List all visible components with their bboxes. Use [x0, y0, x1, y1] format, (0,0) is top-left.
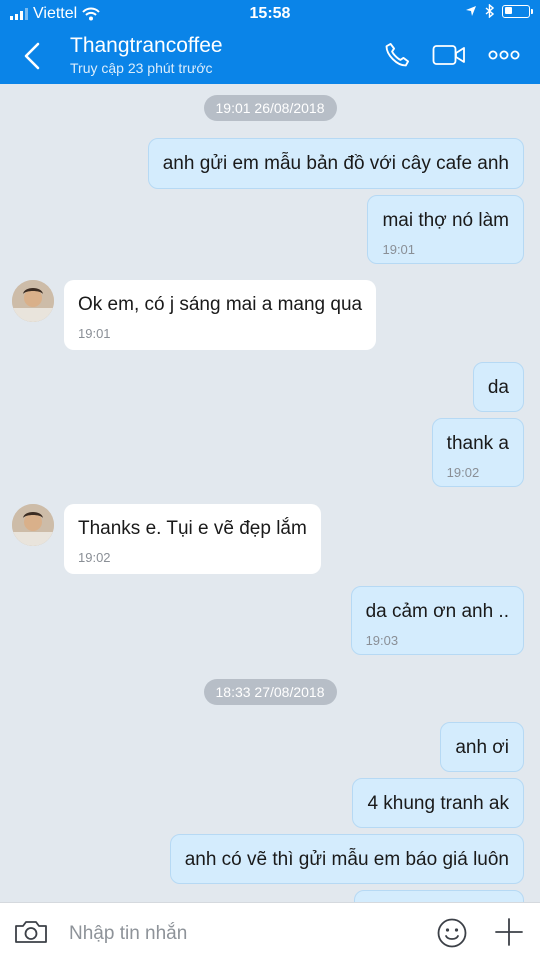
add-button[interactable]	[494, 917, 524, 947]
date-separator: 18:33 27/08/2018	[0, 679, 540, 705]
message-bubble-outgoing[interactable]: thank a 19:02	[431, 418, 524, 487]
status-time: 15:58	[249, 5, 291, 22]
avatar-image	[12, 280, 54, 322]
status-bar: Viettel 15:58	[0, 0, 540, 28]
chat-header: Thangtrancoffee Truy cập 23 phút trước	[0, 28, 540, 84]
date-separator-label: 19:01 26/08/2018	[203, 95, 337, 121]
message-text: Thanks e. Tụi e vẽ đẹp lắm	[78, 518, 307, 539]
date-separator: 19:01 26/08/2018	[0, 95, 540, 121]
chat-area[interactable]: 19:01 26/08/2018 anh gửi em mẫu bản đồ v…	[0, 84, 540, 902]
message-bubble-outgoing[interactable]: anh có vẽ thì gửi mẫu em báo giá luôn	[169, 834, 524, 884]
title-block[interactable]: Thangtrancoffee Truy cập 23 phút trước	[70, 33, 223, 77]
more-button[interactable]	[488, 40, 520, 70]
message-text: anh ơi	[455, 737, 509, 758]
date-separator-label: 18:33 27/08/2018	[203, 679, 337, 705]
message-bubble-outgoing-partial[interactable]	[354, 890, 524, 902]
message-bubble-outgoing[interactable]: da	[472, 362, 524, 412]
emoji-button[interactable]	[436, 917, 468, 949]
battery-icon	[502, 4, 533, 18]
message-text: Ok em, có j sáng mai a mang qua	[78, 294, 363, 315]
more-icon	[488, 50, 520, 60]
video-call-icon	[432, 45, 465, 65]
message-text: thank a	[446, 433, 509, 454]
message-bubble-outgoing[interactable]: 4 khung tranh ak	[352, 778, 524, 828]
message-time: 19:01	[78, 326, 111, 341]
message-text: anh có vẽ thì gửi mẫu em báo giá luôn	[184, 849, 509, 870]
camera-button[interactable]	[14, 919, 48, 945]
message-bubble-outgoing[interactable]: anh ơi	[440, 722, 524, 772]
emoji-icon	[437, 918, 467, 948]
message-bubble-outgoing[interactable]: mai thợ nó làm 19:01	[367, 195, 524, 264]
message-text: da cảm ơn anh ..	[365, 601, 509, 622]
contact-status: Truy cập 23 phút trước	[70, 60, 213, 76]
message-text: mai thợ nó làm	[382, 210, 509, 231]
message-bubble-incoming[interactable]: Ok em, có j sáng mai a mang qua 19:01	[64, 280, 377, 350]
message-text: anh gửi em mẫu bản đồ với cây cafe anh	[162, 153, 509, 174]
bluetooth-icon	[485, 4, 494, 18]
message-time: 19:02	[78, 550, 111, 565]
message-bubble-outgoing[interactable]: da cảm ơn anh .. 19:03	[350, 586, 524, 655]
message-bubble-incoming[interactable]: Thanks e. Tụi e vẽ đẹp lắm 19:02	[64, 504, 321, 574]
avatar[interactable]	[12, 280, 54, 322]
location-arrow-icon	[466, 6, 476, 16]
phone-icon	[385, 42, 410, 67]
contact-name: Thangtrancoffee	[70, 34, 223, 57]
back-button[interactable]	[16, 38, 48, 74]
message-time: 19:02	[446, 465, 480, 480]
plus-icon	[495, 918, 523, 946]
message-bubble-outgoing[interactable]: anh gửi em mẫu bản đồ với cây cafe anh	[147, 138, 524, 189]
message-time: 19:03	[365, 633, 399, 648]
message-input[interactable]: Nhập tin nhắn	[69, 923, 187, 945]
message-input-bar: Nhập tin nhắn	[0, 902, 540, 960]
avatar-image	[12, 504, 54, 546]
phone-button[interactable]	[382, 40, 412, 70]
message-text: 4 khung tranh ak	[367, 793, 509, 814]
camera-icon	[15, 921, 47, 943]
status-right	[465, 4, 533, 18]
message-text: da	[487, 377, 509, 398]
avatar[interactable]	[12, 504, 54, 546]
message-time: 19:01	[382, 242, 416, 257]
video-call-button[interactable]	[432, 40, 466, 70]
back-icon	[24, 42, 40, 70]
